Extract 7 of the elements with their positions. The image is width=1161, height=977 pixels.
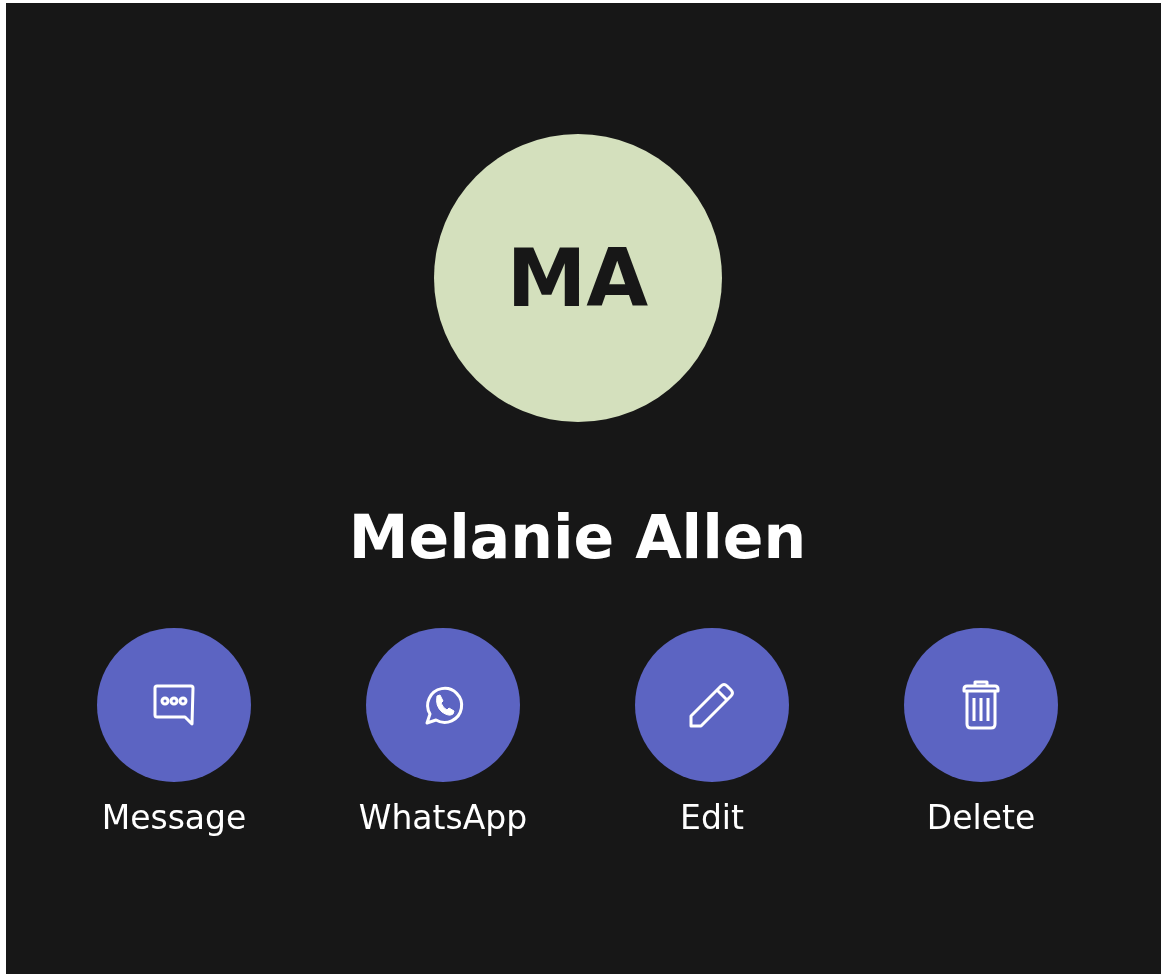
contact-name: Melanie Allen: [348, 502, 807, 572]
trash-icon: [961, 680, 1001, 730]
action-label: Edit: [680, 798, 744, 837]
avatar-initials: MA: [506, 231, 649, 325]
action-label: Delete: [926, 798, 1036, 837]
action-label: WhatsApp: [358, 798, 528, 837]
action-label: Message: [101, 798, 247, 837]
